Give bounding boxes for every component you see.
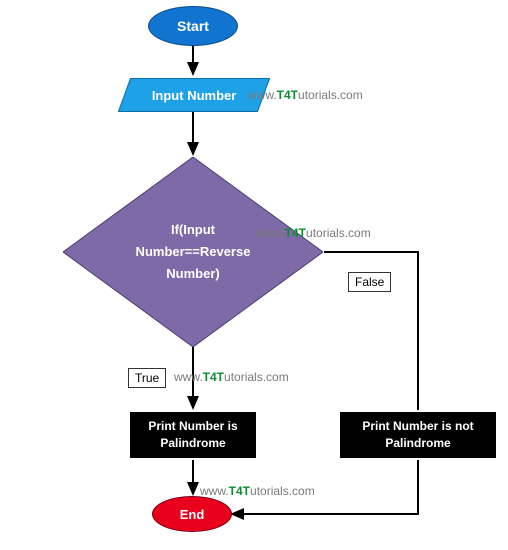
watermark: www.T4Tutorials.com: [248, 88, 363, 102]
false-outcome-label: Print Number is not Palindrome: [344, 418, 492, 452]
true-branch-label: True: [128, 368, 166, 388]
decision-diamond: If(Input Number==Reverse Number): [63, 157, 323, 347]
true-outcome-label: Print Number is Palindrome: [134, 418, 252, 452]
end-label: End: [180, 507, 205, 522]
start-terminal: Start: [148, 6, 238, 46]
start-label: Start: [177, 18, 209, 34]
decision-label: If(Input Number==Reverse Number): [116, 219, 271, 285]
watermark: www.T4Tutorials.com: [174, 370, 289, 384]
false-branch-label: False: [348, 272, 391, 292]
false-outcome-process: Print Number is not Palindrome: [340, 412, 496, 458]
watermark: www.T4Tutorials.com: [256, 226, 371, 240]
flowchart-canvas: Start Input Number If(Input Number==Reve…: [0, 0, 508, 550]
true-outcome-process: Print Number is Palindrome: [130, 412, 256, 458]
input-label: Input Number: [152, 88, 237, 103]
watermark: www.T4Tutorials.com: [200, 484, 315, 498]
end-terminal: End: [152, 496, 232, 532]
